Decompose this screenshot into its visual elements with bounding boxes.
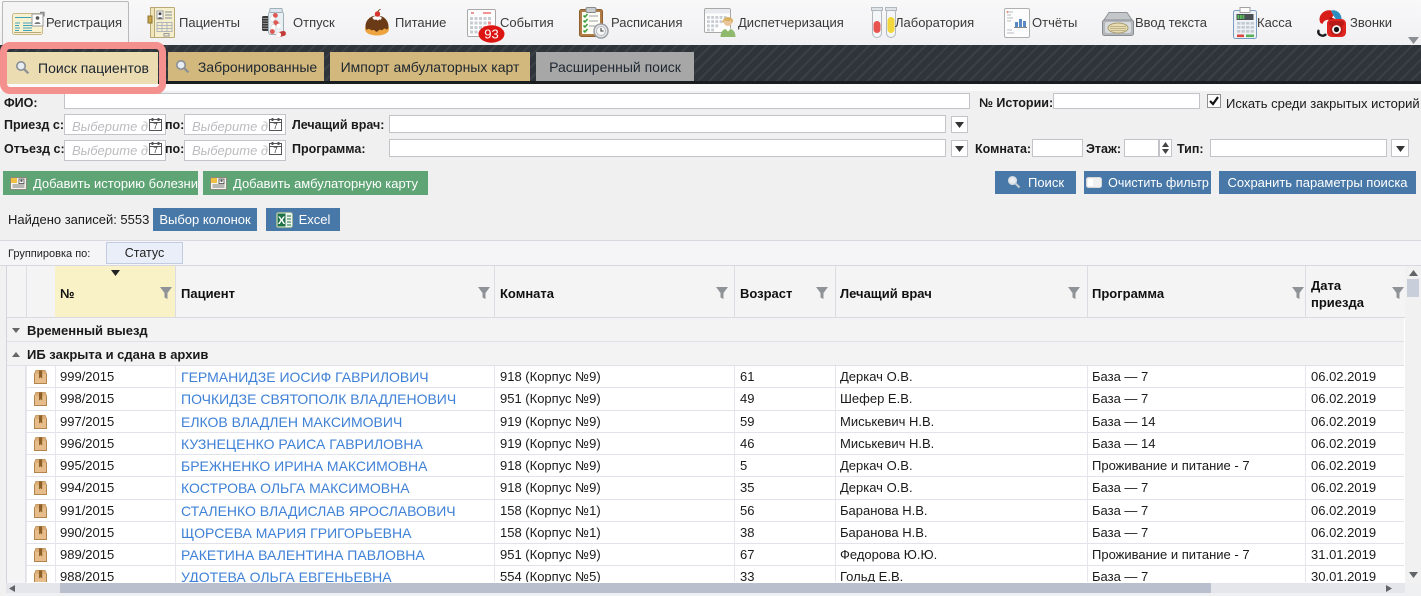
svg-text:X: X: [277, 215, 285, 227]
svg-text:7: 7: [273, 146, 278, 155]
svg-text:7: 7: [153, 122, 158, 131]
svg-text:93: 93: [484, 27, 498, 42]
svg-text:7: 7: [273, 122, 278, 131]
svg-text:7: 7: [153, 146, 158, 155]
